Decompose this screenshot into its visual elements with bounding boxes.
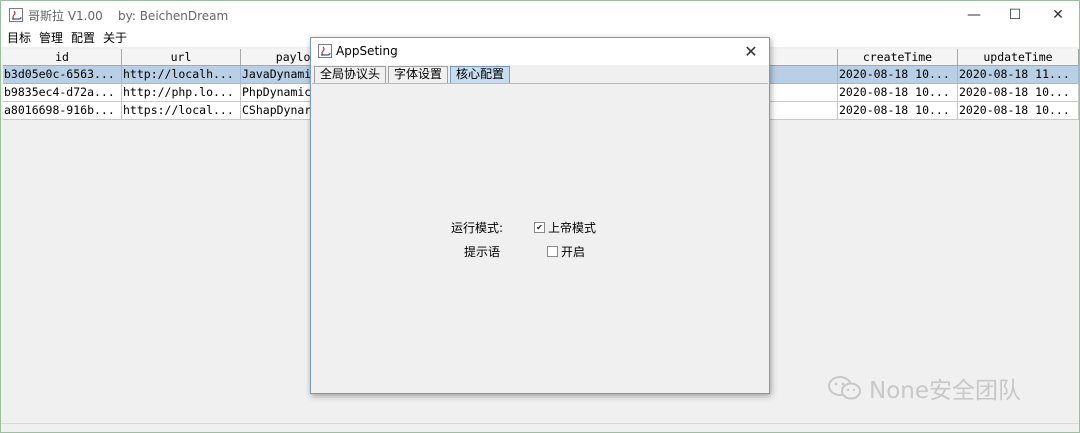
menu-about[interactable]: 关于 bbox=[99, 29, 131, 47]
cell-url: http://php.lo... bbox=[122, 84, 241, 102]
cell-createtime: 2020-08-18 10... bbox=[838, 66, 958, 84]
hint-open-label: 开启 bbox=[561, 245, 586, 259]
settings-tabs: 全局协议头 字体设置 核心配置 bbox=[314, 66, 512, 83]
hint-label: 提示语 bbox=[464, 245, 501, 259]
title-bar: 哥斯拉 V1.00 by: BeichenDream — ☐ ✕ bbox=[1, 1, 1079, 29]
column-header-updatetime[interactable]: updateTime bbox=[958, 49, 1079, 66]
dialog-title: AppSeting bbox=[336, 44, 398, 58]
dialog-close-button[interactable]: ✕ bbox=[737, 38, 765, 65]
column-header-url[interactable]: url bbox=[122, 49, 241, 66]
cell-createtime: 2020-08-18 10... bbox=[838, 102, 958, 120]
menu-manage[interactable]: 管理 bbox=[35, 29, 67, 47]
watermark: None安全团队 bbox=[827, 371, 1021, 405]
status-divider bbox=[1, 423, 1079, 424]
cell-id: b3d05e0c-6563... bbox=[3, 66, 122, 84]
java-app-icon bbox=[318, 44, 332, 58]
dialog-title-bar[interactable]: AppSeting ✕ bbox=[311, 38, 769, 65]
tab-global-headers[interactable]: 全局协议头 bbox=[314, 66, 387, 83]
close-button[interactable]: ✕ bbox=[1035, 1, 1080, 29]
tab-font-settings[interactable]: 字体设置 bbox=[388, 66, 449, 83]
cell-url: http://localh... bbox=[122, 66, 241, 84]
hint-open-checkbox[interactable]: 开启 bbox=[547, 243, 585, 260]
tab-core-config[interactable]: 核心配置 bbox=[450, 66, 511, 83]
window-title: 哥斯拉 V1.00 by: BeichenDream bbox=[28, 9, 229, 23]
menu-target[interactable]: 目标 bbox=[1, 29, 35, 47]
column-header-createtime[interactable]: createTime bbox=[838, 49, 958, 66]
wechat-icon bbox=[828, 376, 861, 400]
checkbox-checked-icon: ✔ bbox=[534, 222, 545, 233]
app-settings-dialog: AppSeting ✕ 全局协议头 字体设置 核心配置 运行模式: ✔ 上帝模式… bbox=[310, 37, 770, 394]
cell-createtime: 2020-08-18 10... bbox=[838, 84, 958, 102]
minimize-button[interactable]: — bbox=[951, 1, 997, 29]
java-app-icon bbox=[9, 8, 23, 22]
cell-updatetime: 2020-08-18 11... bbox=[958, 66, 1079, 84]
cell-updatetime: 2020-08-18 10... bbox=[958, 84, 1079, 102]
run-mode-label: 运行模式: bbox=[451, 221, 504, 235]
cell-url: https://local... bbox=[122, 102, 241, 120]
core-config-panel: 运行模式: ✔ 上帝模式 提示语 开启 bbox=[312, 83, 768, 391]
column-header-id[interactable]: id bbox=[3, 49, 122, 66]
cell-updatetime: 2020-08-18 10... bbox=[958, 102, 1079, 120]
god-mode-label: 上帝模式 bbox=[548, 221, 597, 235]
cell-id: a8016698-916b... bbox=[3, 102, 122, 120]
god-mode-checkbox[interactable]: ✔ 上帝模式 bbox=[534, 219, 596, 236]
checkbox-unchecked-icon bbox=[547, 246, 558, 257]
watermark-text: None安全团队 bbox=[869, 378, 1022, 404]
maximize-button[interactable]: ☐ bbox=[992, 1, 1038, 29]
cell-id: b9835ec4-d72a... bbox=[3, 84, 122, 102]
menu-config[interactable]: 配置 bbox=[67, 29, 99, 47]
